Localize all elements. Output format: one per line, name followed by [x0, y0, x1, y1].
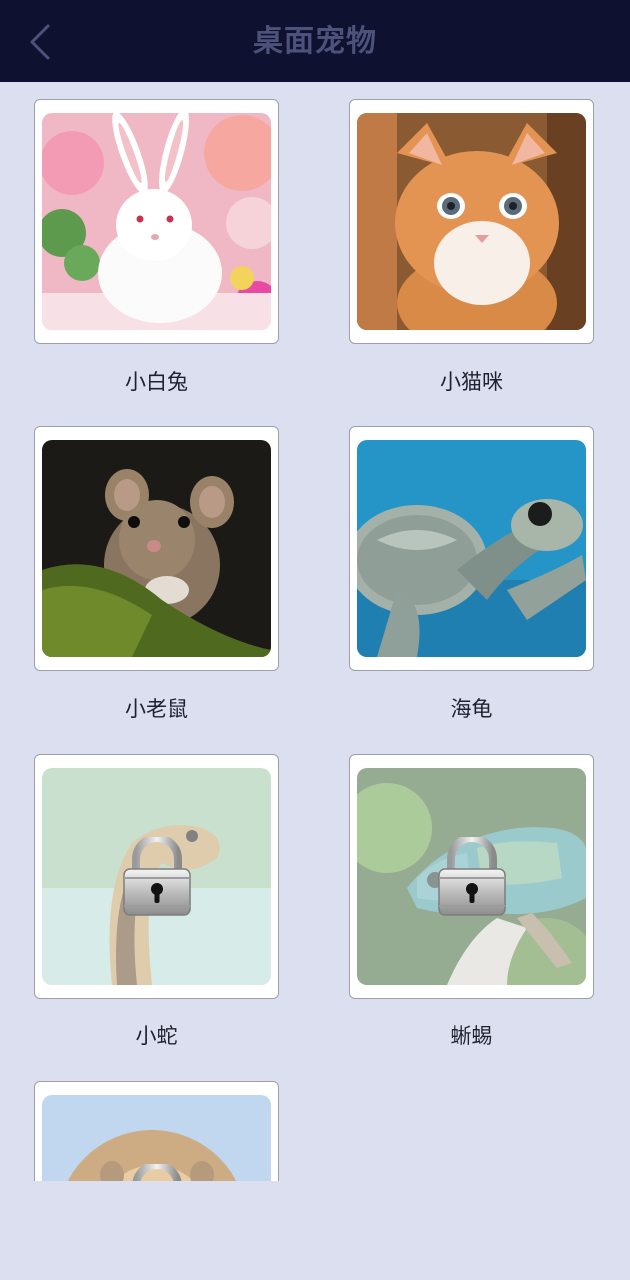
lock-icon [132, 1164, 182, 1181]
pet-name: 海龟 [450, 697, 493, 721]
lock-icon [438, 837, 506, 916]
pet-name: 蜥蜴 [450, 1024, 493, 1048]
pet-name: 小蛇 [135, 1024, 178, 1048]
pet-card-lion[interactable] [34, 1081, 279, 1181]
pet-card-mouse[interactable] [34, 426, 279, 671]
lock-icon [123, 837, 191, 916]
orange-kitten-photo [357, 113, 586, 330]
page-title: 桌面宠物 [253, 24, 377, 59]
pet-card-chameleon[interactable] [349, 754, 594, 999]
header-bar: 桌面宠物 [0, 0, 630, 82]
bottom-blank-area [0, 1181, 630, 1280]
pet-name: 小老鼠 [125, 697, 188, 721]
pet-card-snake[interactable] [34, 754, 279, 999]
sea-turtle-photo [357, 440, 586, 657]
pet-name: 小猫咪 [440, 370, 503, 394]
white-rabbit-photo [42, 113, 271, 330]
pet-card-kitten[interactable] [349, 99, 594, 344]
pet-grid: 小白兔 小猫咪 小老鼠 海龟 小蛇 蜥蜴 [0, 82, 630, 1181]
pet-card-rabbit[interactable] [34, 99, 279, 344]
pet-name: 小白兔 [125, 370, 188, 394]
pet-card-turtle[interactable] [349, 426, 594, 671]
mouse-photo [42, 440, 271, 657]
